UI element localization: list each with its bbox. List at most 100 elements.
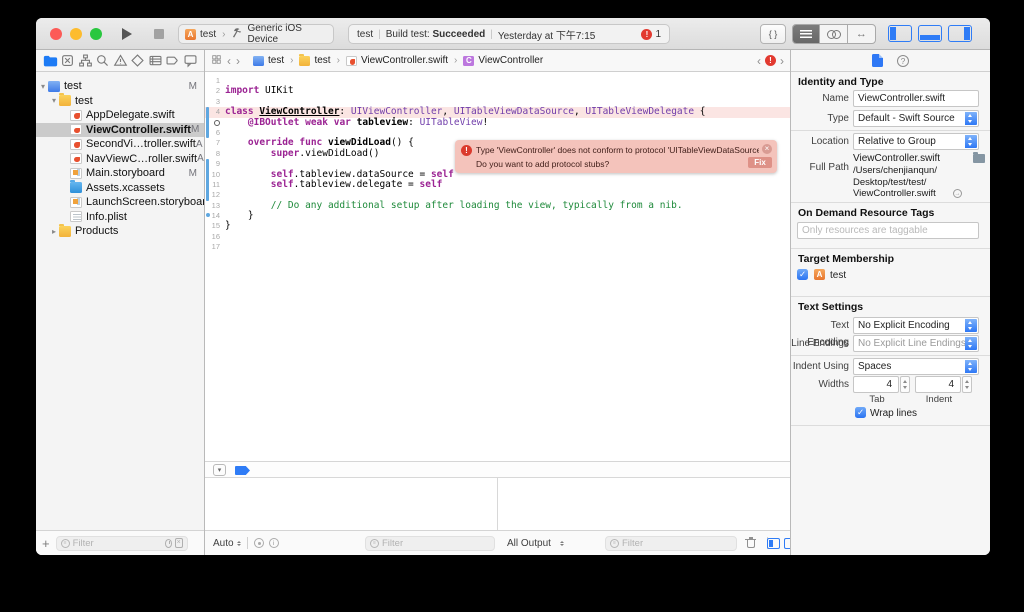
dropdown-arrows-icon — [965, 337, 977, 350]
tab-width-stepper[interactable] — [900, 376, 910, 393]
project-navigator-icon[interactable] — [42, 53, 58, 69]
help-inspector-icon[interactable]: ? — [897, 54, 909, 67]
disclosure-triangle-icon[interactable]: ▾ — [49, 96, 59, 105]
debug-navigator-icon[interactable] — [147, 53, 163, 69]
issue-badge-icon[interactable]: ! — [765, 55, 776, 66]
variables-filter-input[interactable] — [382, 537, 490, 549]
tree-item-Main.storyboard[interactable]: Main.storyboard M — [36, 166, 204, 181]
fix-button[interactable]: Fix — [748, 157, 772, 168]
next-issue-button[interactable]: › — [780, 51, 784, 71]
breadcrumb-item[interactable]: test — [268, 55, 284, 66]
indent-width-field[interactable] — [915, 376, 961, 393]
tree-item-Assets.xcassets[interactable]: Assets.xcassets — [36, 180, 204, 196]
tree-item-AppDelegate.swift[interactable]: AppDelegate.swift — [36, 108, 204, 123]
tree-item-test[interactable]: ▾ test — [36, 93, 204, 109]
add-file-button[interactable]: + — [42, 536, 50, 551]
symbol-navigator-icon[interactable] — [77, 53, 93, 69]
code-line-14[interactable]: 14 } — [205, 210, 790, 221]
error-badge-icon[interactable]: ! — [641, 28, 653, 40]
text-settings-header: Text Settings — [798, 301, 864, 313]
breakpoint-navigator-icon[interactable] — [165, 53, 181, 69]
disclosure-triangle-icon[interactable]: ▾ — [38, 82, 48, 91]
find-navigator-icon[interactable] — [95, 53, 111, 69]
error-count[interactable]: 1 — [655, 29, 661, 40]
previous-issue-button[interactable]: ‹ — [757, 51, 761, 71]
indent-using-dropdown[interactable]: Spaces — [853, 358, 979, 375]
assistant-editor-button[interactable] — [820, 25, 848, 43]
error-banner: ! Type 'ViewController' does not conform… — [455, 140, 777, 173]
version-editor-button[interactable]: ↔ — [848, 25, 875, 43]
go-forward-button[interactable]: › — [236, 51, 240, 71]
console-filter-field[interactable]: ≡ — [605, 535, 737, 551]
code-line-17[interactable]: 17 — [205, 242, 790, 252]
breadcrumb-item[interactable]: ViewController.swift — [361, 55, 448, 66]
tree-item-Products[interactable]: ▸ Products — [36, 223, 204, 239]
toggle-inspector-button[interactable] — [948, 25, 972, 42]
tree-item-test[interactable]: ▾ test M — [36, 79, 204, 94]
odr-tags-field[interactable] — [797, 222, 979, 239]
tree-item-NavViewC…roller.swift[interactable]: NavViewC…roller.swift A — [36, 152, 204, 167]
code-line-15[interactable]: 15} — [205, 221, 790, 231]
scheme-destination[interactable]: Generic iOS Device — [247, 23, 327, 45]
tree-item-Info.plist[interactable]: Info.plist — [36, 210, 204, 225]
scheme-selector[interactable]: A test › Generic iOS Device — [178, 23, 334, 45]
code-line-11[interactable]: 11 self.tableview.delegate = self — [205, 179, 790, 190]
hide-debug-area-button[interactable]: ▾ — [213, 464, 226, 476]
issue-navigator-icon[interactable] — [112, 53, 128, 69]
code-line-16[interactable]: 16 — [205, 232, 790, 242]
variables-filter-field[interactable]: ≡ — [365, 535, 495, 551]
variables-scope-popup[interactable]: Auto — [213, 538, 234, 549]
folder-icon[interactable] — [973, 152, 985, 163]
code-line-5[interactable]: @IBOutlet weak var tableview: UITableVie… — [205, 117, 790, 128]
report-navigator-icon[interactable] — [182, 53, 198, 69]
console-output-popup[interactable]: All Output — [507, 538, 551, 549]
stop-button[interactable] — [154, 29, 164, 39]
breadcrumb-item[interactable]: ViewController — [478, 55, 543, 66]
type-dropdown[interactable]: Default - Swift Source — [853, 110, 979, 127]
tab-width-field[interactable] — [853, 376, 899, 393]
test-navigator-icon[interactable] — [130, 53, 146, 69]
location-icon[interactable] — [253, 538, 264, 548]
run-button[interactable] — [122, 28, 132, 40]
console-filter-input[interactable] — [622, 537, 732, 549]
navigator-filter-field[interactable]: ≡ × — [55, 535, 188, 551]
wrap-lines-checkbox[interactable] — [855, 407, 866, 418]
target-checkbox[interactable] — [797, 269, 808, 280]
code-review-button[interactable]: { } — [760, 24, 786, 44]
show-variables-view-button[interactable] — [767, 537, 780, 549]
go-back-button[interactable]: ‹ — [227, 51, 231, 71]
tree-item-SecondVi…troller.swift[interactable]: SecondVi…troller.swift A — [36, 137, 204, 152]
close-window-button[interactable] — [50, 28, 62, 40]
zoom-window-button[interactable] — [90, 28, 102, 40]
clear-console-icon[interactable] — [745, 537, 756, 549]
info-icon[interactable]: i — [268, 538, 279, 548]
code-line-2[interactable]: 2 import UIKit — [205, 86, 790, 96]
related-items-icon[interactable] — [211, 52, 222, 70]
file-inspector-icon[interactable] — [872, 54, 883, 67]
toggle-debug-area-button[interactable] — [918, 25, 942, 42]
disclosure-triangle-icon[interactable]: ▸ — [49, 227, 59, 236]
breakpoints-toggle-icon[interactable] — [235, 466, 250, 475]
source-editor[interactable]: 1 2 import UIKit 3 4 class ViewController: UI… — [205, 72, 790, 461]
breadcrumb-item[interactable]: test — [314, 55, 330, 66]
tree-item-LaunchScreen.storyboard[interactable]: LaunchScreen.storyboard — [36, 195, 204, 210]
text-encoding-dropdown[interactable]: No Explicit Encoding — [853, 317, 979, 334]
debug-pane-divider[interactable] — [497, 478, 498, 530]
open-path-arrow-icon[interactable]: → — [953, 189, 962, 198]
source-control-icon[interactable] — [60, 53, 76, 69]
minimize-window-button[interactable] — [70, 28, 82, 40]
code-line-13[interactable]: 13 // Do any additional setup after load… — [205, 200, 790, 211]
outlet-connection-icon[interactable] — [214, 119, 220, 126]
standard-editor-button[interactable] — [793, 25, 821, 43]
scm-status-filter-icon[interactable]: × — [174, 538, 183, 548]
toggle-navigator-button[interactable] — [888, 25, 912, 42]
navigator-filter-input[interactable] — [72, 537, 162, 549]
location-dropdown[interactable]: Relative to Group — [853, 133, 979, 150]
line-endings-dropdown[interactable]: No Explicit Line Endings — [853, 335, 979, 352]
tree-item-ViewController.swift[interactable]: ViewController.swift M — [36, 122, 204, 137]
scheme-target[interactable]: test — [200, 29, 216, 40]
close-banner-icon[interactable]: × — [762, 144, 772, 154]
indent-width-stepper[interactable] — [962, 376, 972, 393]
recent-files-filter-icon[interactable] — [164, 538, 172, 548]
name-field[interactable] — [853, 90, 979, 107]
